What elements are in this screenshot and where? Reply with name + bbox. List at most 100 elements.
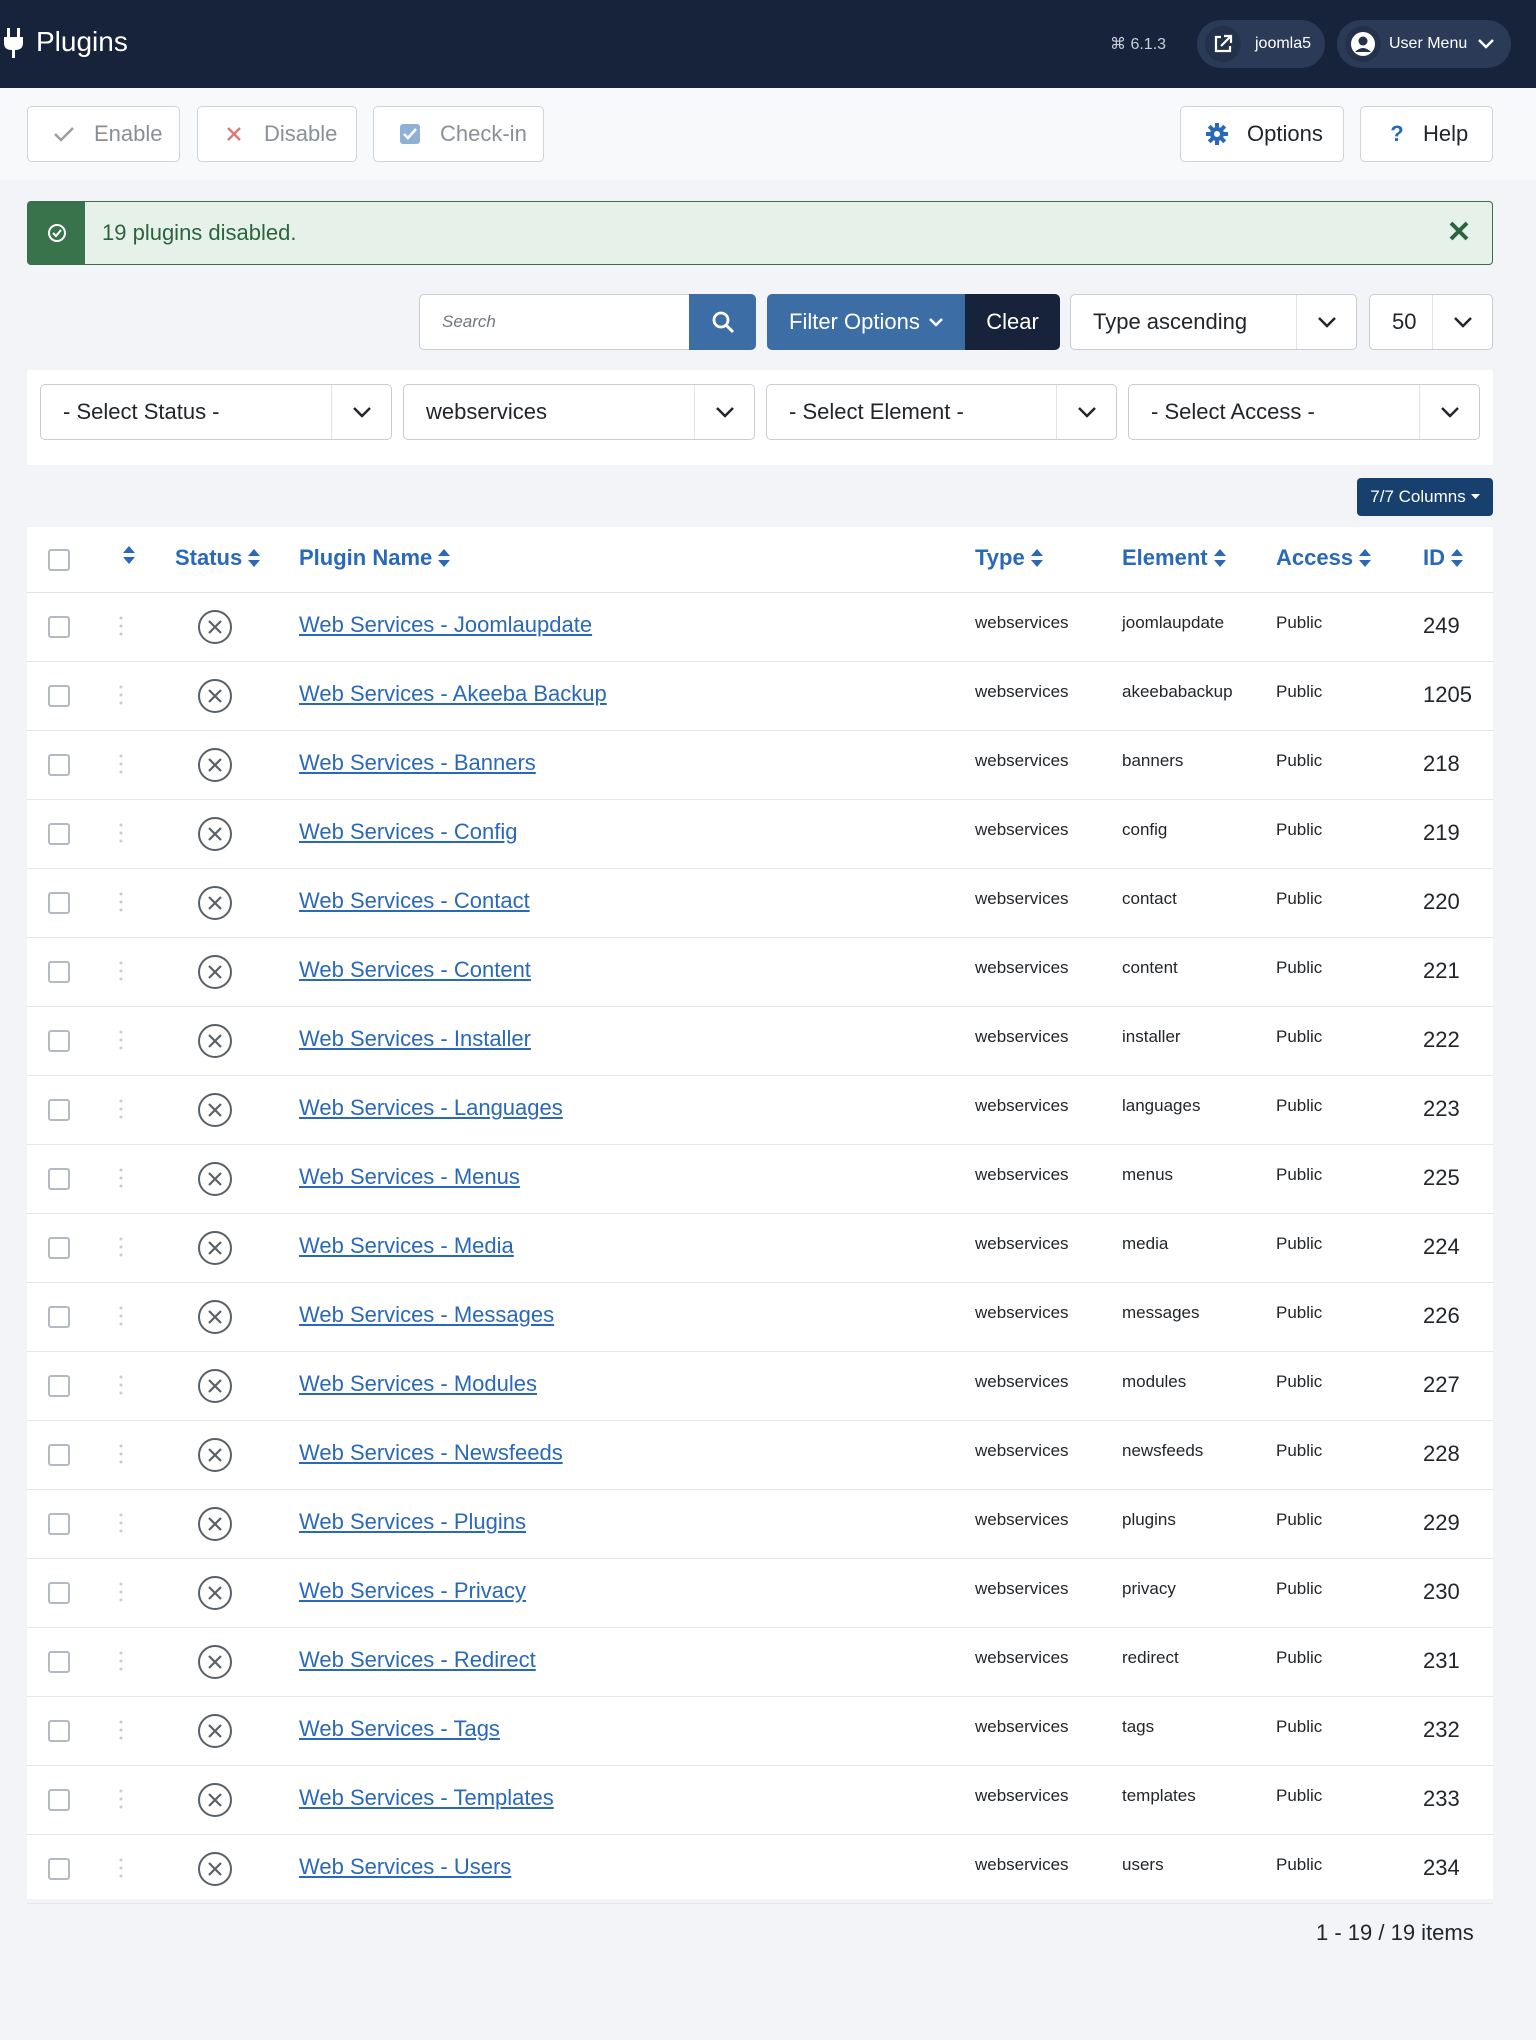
element-column-header[interactable]: Element — [1122, 545, 1227, 571]
unpublished-status-icon[interactable] — [197, 1230, 233, 1266]
clear-button[interactable]: Clear — [965, 294, 1060, 350]
unpublished-status-icon[interactable] — [197, 1092, 233, 1128]
row-checkbox[interactable] — [48, 1513, 70, 1535]
plugin-name-link[interactable]: Web Services - Plugins — [299, 1509, 526, 1535]
unpublished-status-icon[interactable] — [197, 1713, 233, 1749]
drag-handle-icon[interactable] — [119, 891, 123, 913]
options-button[interactable]: Options — [1180, 106, 1344, 162]
search-button[interactable] — [689, 294, 756, 350]
plugin-name-link[interactable]: Web Services - Content — [299, 957, 531, 983]
ordering-sort[interactable] — [117, 545, 136, 565]
ordering-select[interactable]: Type ascending — [1070, 294, 1357, 350]
row-checkbox[interactable] — [48, 1858, 70, 1880]
drag-handle-icon[interactable] — [119, 960, 123, 982]
drag-handle-icon[interactable] — [119, 1512, 123, 1534]
drag-handle-icon[interactable] — [119, 1581, 123, 1603]
name-column-header[interactable]: Plugin Name — [299, 545, 451, 571]
search-input[interactable]: Search — [419, 294, 691, 350]
unpublished-status-icon[interactable] — [197, 1851, 233, 1887]
plugin-name-link[interactable]: Web Services - Akeeba Backup — [299, 681, 607, 707]
row-checkbox[interactable] — [48, 892, 70, 914]
view-site-button[interactable]: joomla5 — [1197, 20, 1325, 68]
plugin-name-link[interactable]: Web Services - Newsfeeds — [299, 1440, 563, 1466]
unpublished-status-icon[interactable] — [197, 816, 233, 852]
unpublished-status-icon[interactable] — [197, 954, 233, 990]
drag-handle-icon[interactable] — [119, 1719, 123, 1741]
plugin-name-link[interactable]: Web Services - Joomlaupdate — [299, 612, 592, 638]
drag-handle-icon[interactable] — [119, 1236, 123, 1258]
row-checkbox[interactable] — [48, 754, 70, 776]
unpublished-status-icon[interactable] — [197, 678, 233, 714]
row-checkbox[interactable] — [48, 1789, 70, 1811]
checkin-button[interactable]: Check-in — [373, 106, 544, 162]
row-checkbox[interactable] — [48, 1444, 70, 1466]
plugin-name-link[interactable]: Web Services - Redirect — [299, 1647, 536, 1673]
plugin-name-link[interactable]: Web Services - Privacy — [299, 1578, 526, 1604]
drag-handle-icon[interactable] — [119, 1443, 123, 1465]
user-menu-button[interactable]: User Menu — [1337, 20, 1511, 68]
drag-handle-icon[interactable] — [119, 1374, 123, 1396]
row-checkbox[interactable] — [48, 1099, 70, 1121]
plugin-name-link[interactable]: Web Services - Menus — [299, 1164, 520, 1190]
disable-button[interactable]: Disable — [197, 106, 357, 162]
help-button[interactable]: ? Help — [1360, 106, 1493, 162]
columns-toggle-button[interactable]: 7/7 Columns — [1357, 478, 1493, 516]
plugin-name-link[interactable]: Web Services - Messages — [299, 1302, 554, 1328]
access-filter-select[interactable]: - Select Access - — [1128, 384, 1480, 440]
row-checkbox[interactable] — [48, 961, 70, 983]
row-checkbox[interactable] — [48, 1168, 70, 1190]
plugin-name-link[interactable]: Web Services - Contact — [299, 888, 530, 914]
unpublished-status-icon[interactable] — [197, 1161, 233, 1197]
plugin-name-link[interactable]: Web Services - Banners — [299, 750, 536, 776]
plugin-name-link[interactable]: Web Services - Config — [299, 819, 517, 845]
drag-handle-icon[interactable] — [119, 684, 123, 706]
unpublished-status-icon[interactable] — [197, 1368, 233, 1404]
row-checkbox[interactable] — [48, 1582, 70, 1604]
row-checkbox[interactable] — [48, 1306, 70, 1328]
plugin-name-link[interactable]: Web Services - Media — [299, 1233, 514, 1259]
access-column-header[interactable]: Access — [1276, 545, 1372, 571]
enable-button[interactable]: Enable — [27, 106, 180, 162]
limit-select[interactable]: 50 — [1369, 294, 1493, 350]
plugin-name-link[interactable]: Web Services - Templates — [299, 1785, 554, 1811]
drag-handle-icon[interactable] — [119, 1029, 123, 1051]
plugin-name-link[interactable]: Web Services - Modules — [299, 1371, 537, 1397]
element-filter-select[interactable]: - Select Element - — [766, 384, 1117, 440]
unpublished-status-icon[interactable] — [197, 609, 233, 645]
plugin-name-link[interactable]: Web Services - Users — [299, 1854, 511, 1880]
unpublished-status-icon[interactable] — [197, 885, 233, 921]
unpublished-status-icon[interactable] — [197, 1644, 233, 1680]
drag-handle-icon[interactable] — [119, 1305, 123, 1327]
row-checkbox[interactable] — [48, 823, 70, 845]
drag-handle-icon[interactable] — [119, 1098, 123, 1120]
row-checkbox[interactable] — [48, 1237, 70, 1259]
select-all-checkbox[interactable] — [48, 549, 70, 571]
row-checkbox[interactable] — [48, 1030, 70, 1052]
folder-filter-select[interactable]: webservices — [403, 384, 755, 440]
unpublished-status-icon[interactable] — [197, 1782, 233, 1818]
drag-handle-icon[interactable] — [119, 1650, 123, 1672]
drag-handle-icon[interactable] — [119, 1788, 123, 1810]
row-checkbox[interactable] — [48, 616, 70, 638]
row-checkbox[interactable] — [48, 1651, 70, 1673]
drag-handle-icon[interactable] — [119, 615, 123, 637]
drag-handle-icon[interactable] — [119, 822, 123, 844]
status-filter-select[interactable]: - Select Status - — [40, 384, 392, 440]
status-column-header[interactable]: Status — [175, 545, 261, 571]
close-icon[interactable] — [1444, 216, 1474, 246]
unpublished-status-icon[interactable] — [197, 1299, 233, 1335]
row-checkbox[interactable] — [48, 685, 70, 707]
unpublished-status-icon[interactable] — [197, 1575, 233, 1611]
unpublished-status-icon[interactable] — [197, 1506, 233, 1542]
plugin-name-link[interactable]: Web Services - Installer — [299, 1026, 531, 1052]
unpublished-status-icon[interactable] — [197, 1023, 233, 1059]
unpublished-status-icon[interactable] — [197, 747, 233, 783]
plugin-name-link[interactable]: Web Services - Tags — [299, 1716, 500, 1742]
row-checkbox[interactable] — [48, 1375, 70, 1397]
drag-handle-icon[interactable] — [119, 753, 123, 775]
row-checkbox[interactable] — [48, 1720, 70, 1742]
drag-handle-icon[interactable] — [119, 1857, 123, 1879]
type-column-header[interactable]: Type — [975, 545, 1044, 571]
id-column-header[interactable]: ID — [1423, 545, 1464, 571]
drag-handle-icon[interactable] — [119, 1167, 123, 1189]
